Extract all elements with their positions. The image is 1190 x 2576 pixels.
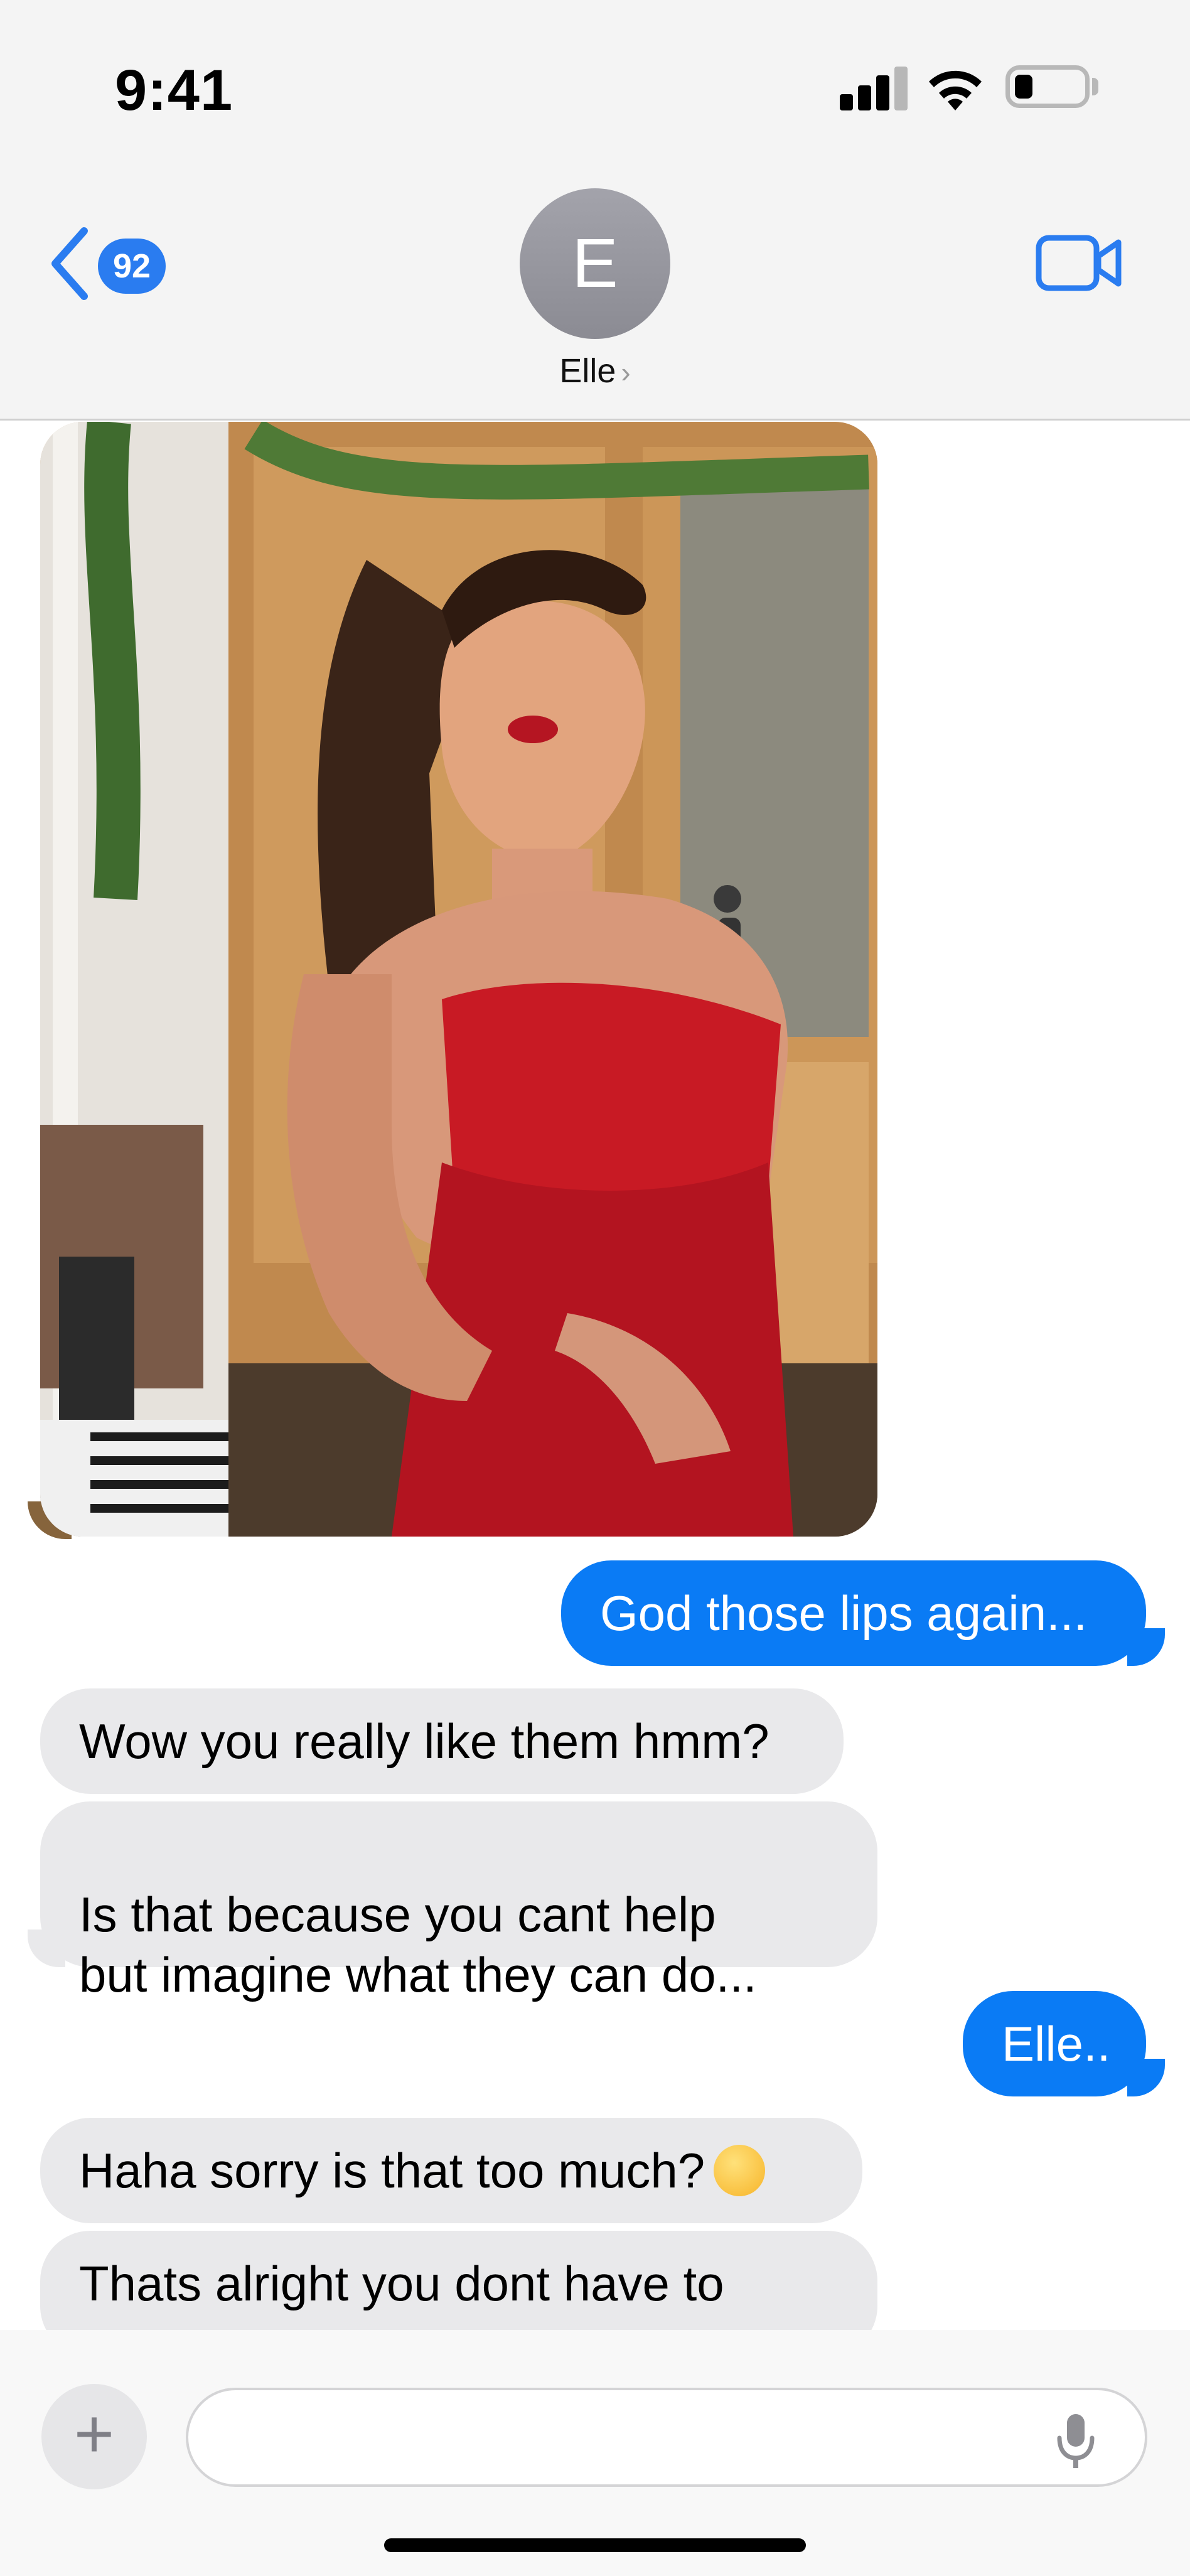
back-chevron-icon[interactable] [48,226,92,301]
face-with-hand-over-mouth-emoji [714,2145,766,2197]
add-attachment-button[interactable]: + [41,2384,147,2489]
photo-message[interactable] [40,422,877,1537]
message-composer: + [0,2330,1190,2576]
video-call-icon[interactable] [1036,235,1122,291]
message-text: Thats alright you dont have to [79,2256,724,2311]
wifi-icon [929,70,982,110]
battery-icon [1005,65,1090,108]
message-tail [1127,1628,1165,1666]
incoming-message[interactable]: Wow you really like them hmm? [40,1688,844,1794]
microphone-icon[interactable] [1054,2412,1097,2471]
home-indicator [384,2538,806,2552]
message-tail [1127,2059,1165,2096]
message-text: Wow you really like them hmm? [79,1714,769,1769]
photo-image [40,422,877,1537]
conversation-header: 92 E Elle › [0,163,1190,421]
incoming-message[interactable]: Is that because you cant help but imagin… [40,1801,877,2002]
incoming-message[interactable]: Haha sorry is that too much? [40,2118,862,2223]
message-text: God those lips again... [600,1586,1088,1641]
message-text: Is that because you cant help but imagin… [79,1887,757,2002]
outgoing-message[interactable]: God those lips again... [561,1560,1146,1666]
status-time: 9:41 [115,58,233,122]
signal-icon [840,67,908,110]
battery-cap [1092,78,1098,95]
contact-avatar[interactable]: E [520,188,670,339]
status-bar: 9:41 [0,0,1190,163]
message-tail [28,1929,65,1967]
outgoing-message[interactable]: Elle.. [963,1991,1146,2096]
unread-count-badge[interactable]: 92 [98,239,166,294]
message-input[interactable] [186,2388,1147,2487]
contact-name[interactable]: Elle › [0,352,1190,390]
message-text: Elle.. [1002,2016,1111,2071]
contact-name-label: Elle [559,352,616,390]
chevron-right-icon: › [621,356,631,389]
message-text: Haha sorry is that too much? [79,2143,705,2198]
